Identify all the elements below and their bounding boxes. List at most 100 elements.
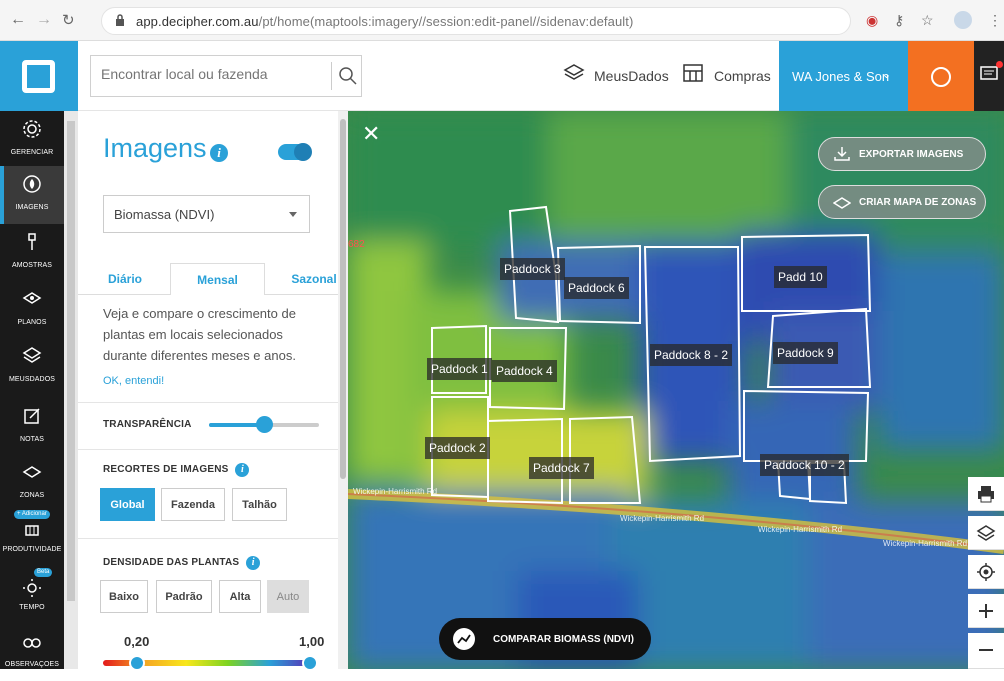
url-text: app.decipher.com.au/pt/home(maptools:ima… bbox=[136, 14, 633, 29]
compare-biomass-button[interactable]: COMPARAR BIOMASS (NDVI) bbox=[439, 618, 651, 660]
side-nav: GERENCIAR IMAGENS AMOSTRAS PLANOS MEUSDA… bbox=[0, 111, 64, 669]
url-host: app.decipher.com.au bbox=[136, 14, 259, 29]
binoculars-icon bbox=[23, 638, 41, 648]
density-min-handle[interactable] bbox=[129, 655, 145, 669]
density-min-value: 0,20 bbox=[124, 634, 150, 649]
farm-selector[interactable]: WA Jones & Son ⌄ bbox=[779, 41, 908, 111]
paddock-label[interactable]: Paddock 7 bbox=[529, 457, 594, 479]
paddock-label[interactable]: Paddock 10 - 2 bbox=[760, 454, 849, 476]
nav-gerenciar[interactable]: GERENCIAR bbox=[0, 111, 64, 169]
paddock-label[interactable]: Paddock 6 bbox=[564, 277, 629, 299]
notes-icon bbox=[24, 408, 40, 424]
profile-avatar[interactable] bbox=[954, 11, 972, 29]
caret-down-icon bbox=[289, 212, 297, 217]
zoom-in-button[interactable] bbox=[968, 594, 1004, 628]
panel-title: Imagens bbox=[103, 133, 207, 163]
user-menu[interactable] bbox=[908, 41, 974, 111]
info-icon[interactable]: i bbox=[210, 144, 228, 162]
nav-label: IMAGENS bbox=[15, 204, 49, 211]
nav-imagens[interactable]: IMAGENS bbox=[0, 166, 64, 224]
layer-select[interactable]: Biomassa (NDVI) bbox=[103, 195, 310, 233]
sidenav-scrollbar[interactable] bbox=[64, 111, 78, 669]
print-button[interactable] bbox=[968, 477, 1004, 511]
zones-icon bbox=[833, 197, 851, 209]
density-alta-button[interactable]: Alta bbox=[219, 580, 261, 613]
info-icon[interactable]: i bbox=[235, 463, 250, 477]
panel-scrollbar[interactable] bbox=[338, 111, 348, 669]
nav-amostras[interactable]: AMOSTRAS bbox=[0, 224, 64, 282]
zoom-out-button[interactable] bbox=[968, 633, 1004, 669]
tab-sazonal[interactable]: Sazonal bbox=[288, 263, 338, 295]
search-input[interactable] bbox=[101, 66, 321, 82]
imagery-toggle[interactable] bbox=[278, 143, 312, 161]
lock-icon bbox=[116, 14, 124, 26]
plus-icon bbox=[979, 604, 993, 618]
nav-label: PRODUTIVIDADE bbox=[2, 546, 62, 553]
key-icon[interactable]: ⚷ bbox=[894, 12, 904, 29]
info-icon[interactable]: i bbox=[246, 556, 261, 570]
nav-label: PLANOS bbox=[17, 319, 47, 326]
clip-talhao-button[interactable]: Talhão bbox=[232, 488, 287, 521]
data-stack-icon bbox=[22, 347, 42, 363]
shop-icon[interactable] bbox=[682, 63, 704, 83]
paddock-label[interactable]: Paddock 3 bbox=[500, 258, 565, 280]
road-label: Wickepin-Harrismith Rd bbox=[758, 525, 843, 534]
nav-label: TEMPO bbox=[19, 604, 45, 611]
nav-notas[interactable]: NOTAS bbox=[0, 398, 64, 456]
clip-fazenda-button[interactable]: Fazenda bbox=[161, 488, 225, 521]
data-stack-icon[interactable] bbox=[563, 63, 585, 81]
ndvi-map[interactable]: ✕ 682 Wickepin-Harrismith Rd Wickepin-Ha… bbox=[348, 111, 1004, 669]
address-bar[interactable]: app.decipher.com.au/pt/home(maptools:ima… bbox=[101, 7, 851, 35]
nav-produtividade[interactable]: + Adicionar PRODUTIVIDADE bbox=[0, 508, 64, 566]
layer-select-value: Biomassa (NDVI) bbox=[114, 207, 215, 222]
transparency-label: TRANSPARÊNCIA bbox=[103, 419, 192, 430]
gear-icon bbox=[23, 120, 41, 138]
search-icon[interactable] bbox=[337, 65, 359, 87]
close-map-tool-icon[interactable]: ✕ bbox=[362, 121, 380, 147]
export-images-button[interactable]: EXPORTAR IMAGENS bbox=[818, 137, 986, 171]
clip-global-button[interactable]: Global bbox=[100, 488, 155, 521]
download-icon bbox=[834, 147, 850, 161]
messages-button[interactable] bbox=[974, 41, 1004, 111]
star-icon[interactable]: ☆ bbox=[921, 12, 934, 29]
transparency-slider[interactable] bbox=[209, 416, 319, 433]
map-layers-button[interactable] bbox=[968, 516, 1004, 550]
density-auto-button[interactable]: Auto bbox=[267, 580, 309, 613]
site-settings-icon[interactable]: ◉ bbox=[866, 12, 878, 29]
nav-planos[interactable]: PLANOS bbox=[0, 281, 64, 339]
create-zone-map-label: CRIAR MAPA DE ZONAS bbox=[859, 197, 977, 208]
url-path: /pt/home(maptools:imagery//session:edit-… bbox=[258, 14, 634, 29]
my-location-button[interactable] bbox=[968, 555, 1004, 589]
density-max-value: 1,00 bbox=[299, 634, 325, 649]
nav-tempo[interactable]: Beta TEMPO bbox=[0, 566, 64, 624]
reload-icon[interactable]: ↻ bbox=[62, 11, 75, 29]
density-label-text: DENSIDADE DAS PLANTAS bbox=[103, 557, 240, 568]
forward-arrow-icon[interactable]: → bbox=[36, 11, 52, 29]
paddock-label[interactable]: Paddock 4 bbox=[492, 360, 557, 382]
decipher-logo[interactable] bbox=[0, 41, 78, 111]
transparency-slider-handle[interactable] bbox=[256, 416, 273, 433]
density-baixo-button[interactable]: Baixo bbox=[100, 580, 148, 613]
nav-compras[interactable]: Compras bbox=[714, 68, 771, 84]
nav-meusdados[interactable]: MeusDados bbox=[594, 68, 669, 84]
create-zone-map-button[interactable]: CRIAR MAPA DE ZONAS bbox=[818, 185, 986, 219]
nav-meusdados[interactable]: MEUSDADOS bbox=[0, 338, 64, 396]
notification-dot bbox=[996, 61, 1003, 68]
paddock-label[interactable]: Paddock 1 bbox=[427, 358, 492, 380]
nav-label: ZONAS bbox=[19, 492, 45, 499]
ok-understood-link[interactable]: OK, entendi! bbox=[103, 375, 164, 387]
tab-mensal[interactable]: Mensal bbox=[170, 263, 265, 295]
tab-diario[interactable]: Diário bbox=[100, 263, 150, 295]
nav-zonas[interactable]: ZONAS bbox=[0, 454, 64, 512]
nav-label: NOTAS bbox=[19, 436, 45, 443]
nav-observacoes[interactable]: OBSERVAÇÕES bbox=[0, 623, 64, 681]
paddock-label[interactable]: Paddock 8 - 2 bbox=[650, 344, 733, 366]
paddock-label[interactable]: Paddock 9 bbox=[773, 342, 838, 364]
paddock-label[interactable]: Padd 10 bbox=[774, 266, 827, 288]
road-label: Wickepin-Harrismith Rd bbox=[883, 539, 968, 548]
density-max-handle[interactable] bbox=[302, 655, 318, 669]
menu-dots-icon[interactable]: ⋮ bbox=[988, 12, 1002, 29]
paddock-label[interactable]: Paddock 2 bbox=[425, 437, 490, 459]
back-arrow-icon[interactable]: ← bbox=[10, 11, 26, 29]
density-padrao-button[interactable]: Padrão bbox=[156, 580, 212, 613]
